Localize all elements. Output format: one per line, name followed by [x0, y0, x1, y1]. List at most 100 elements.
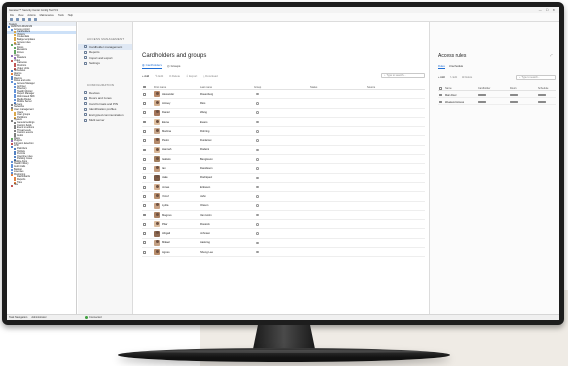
save-icon[interactable] [34, 17, 37, 21]
column-name[interactable]: Name [445, 87, 452, 90]
column-schedule[interactable]: Schedule [538, 87, 548, 90]
edit-button[interactable]: ✎ Edit [155, 74, 163, 78]
export-button[interactable]: ⇩ Export [186, 74, 197, 78]
row-checkbox[interactable] [143, 232, 146, 235]
forward-icon[interactable] [22, 17, 25, 21]
table-row[interactable]: Abigail Johnsen [142, 229, 425, 239]
group-radio[interactable] [256, 111, 259, 115]
row-checkbox[interactable] [143, 167, 146, 170]
group-radio[interactable] [256, 120, 259, 124]
table-row[interactable]: Yozef Jahn [142, 192, 425, 202]
subnav-item-label: Devices [89, 90, 100, 95]
rule-edit-button[interactable]: ✎ Edit [450, 76, 457, 79]
row-checkbox[interactable] [143, 195, 146, 198]
table-row[interactable]: Ian Davidsson [142, 164, 425, 174]
minimize-button[interactable]: — [539, 8, 542, 12]
row-checkbox[interactable] [143, 250, 146, 254]
table-row[interactable]: Lydia Olsson [142, 202, 425, 211]
row-checkbox[interactable] [143, 92, 146, 96]
group-radio[interactable] [256, 157, 259, 161]
table-row[interactable]: Hannah Rodeini [142, 146, 425, 156]
row-checkbox[interactable] [143, 241, 146, 245]
group-radio[interactable] [256, 148, 259, 152]
table-row[interactable]: Alexander Rosenberg [142, 90, 425, 100]
row-checkbox[interactable] [143, 139, 146, 143]
row-checkbox[interactable] [143, 204, 146, 208]
group-radio[interactable] [256, 195, 259, 198]
tab-rules[interactable]: Rules [438, 65, 445, 69]
group-radio[interactable] [256, 139, 259, 142]
column-first-name[interactable]: First name [154, 86, 166, 89]
select-all-rules-checkbox[interactable] [439, 87, 442, 90]
group-radio[interactable] [256, 250, 259, 254]
tab-unschedule[interactable]: Unschedule [449, 65, 463, 69]
refresh-icon[interactable] [28, 17, 31, 21]
group-radio[interactable] [256, 130, 259, 133]
row-checkbox[interactable] [143, 222, 146, 226]
table-row[interactable]: Isabelo Bengtsson [142, 155, 425, 165]
row-checkbox[interactable] [143, 129, 146, 133]
access-rule-row[interactable]: Weekend Access [438, 99, 556, 105]
status-task-navigation[interactable]: Task Navigation [9, 316, 27, 319]
table-row[interactable]: Martina Rohring [142, 127, 425, 137]
row-checkbox[interactable] [143, 120, 146, 124]
delete-button[interactable]: ⧉ Delete [169, 74, 180, 78]
close-button[interactable]: ✕ [552, 8, 555, 12]
row-checkbox[interactable] [143, 213, 146, 217]
table-row[interactable]: Daniel Wang [142, 109, 425, 118]
rule-delete-button[interactable]: ⧉ Delete [462, 76, 472, 79]
table-row[interactable]: Agnes Sheng Lee [142, 248, 425, 258]
subnav-item-multi-server[interactable]: Multi server [78, 118, 132, 124]
table-row[interactable]: Pietro Dunlarosi [142, 136, 425, 146]
row-checkbox[interactable] [143, 176, 146, 180]
subnav-item-settings[interactable]: Settings [78, 61, 132, 67]
table-row[interactable]: Mikael Aaskrog [142, 239, 425, 249]
table-row[interactable]: Elena Evans [142, 118, 425, 128]
group-radio[interactable] [256, 176, 259, 180]
home-icon[interactable] [10, 17, 13, 21]
group-radio[interactable] [256, 167, 259, 170]
row-checkbox[interactable] [439, 93, 442, 97]
group-radio[interactable] [256, 185, 259, 189]
table-row[interactable]: Antoey Rios [142, 99, 425, 109]
group-radio[interactable] [256, 213, 259, 217]
row-checkbox[interactable] [143, 148, 146, 152]
table-row[interactable]: Magnus Van Holm [142, 211, 425, 221]
row-checkbox[interactable] [143, 102, 146, 105]
cardholder-search-input[interactable]: ⌕ Type to search... [381, 73, 425, 78]
group-radio[interactable] [256, 223, 259, 226]
tree-item-icon [11, 80, 13, 83]
maximize-button[interactable]: ☐ [546, 8, 549, 12]
back-icon[interactable] [16, 17, 19, 21]
table-row[interactable]: Jonas Eriksson [142, 183, 425, 193]
group-radio[interactable] [256, 241, 259, 245]
row-checkbox[interactable] [143, 157, 146, 161]
group-radio[interactable] [256, 204, 259, 207]
tab-cardholders[interactable]: ◍ Cardholders [142, 63, 162, 69]
select-all-checkbox[interactable] [143, 85, 146, 89]
group-radio[interactable] [256, 232, 259, 235]
group-radio[interactable] [256, 92, 259, 96]
column-source[interactable]: Source [367, 86, 375, 89]
tree-item-icon [11, 60, 13, 63]
table-row[interactable]: Jake Rodriquez [142, 174, 425, 183]
table-row[interactable]: Pilar Rostock [142, 220, 425, 230]
access-rule-row[interactable]: Main Door [438, 92, 556, 98]
column-group[interactable]: Group [254, 86, 261, 89]
row-checkbox[interactable] [143, 185, 146, 189]
import-icon [84, 56, 87, 60]
row-checkbox[interactable] [143, 111, 146, 115]
download-button[interactable]: ⤓ Download [203, 74, 217, 78]
rule-add-button[interactable]: + Add [438, 76, 445, 79]
tree-item[interactable]: Site [7, 184, 76, 187]
column-status[interactable]: Status [310, 86, 317, 89]
row-checkbox[interactable] [439, 100, 442, 104]
column-doors[interactable]: Doors [510, 87, 517, 90]
column-cardholder[interactable]: Cardholder [478, 87, 490, 90]
tab-groups[interactable]: ◎ Groups [167, 63, 180, 69]
rule-search-input[interactable]: ⌕ Type to search... [516, 75, 556, 80]
group-radio[interactable] [256, 102, 259, 105]
add-button[interactable]: + Add [142, 74, 149, 78]
column-last-name[interactable]: Last name [200, 86, 212, 89]
expand-icon[interactable]: ⤢ [550, 53, 552, 57]
